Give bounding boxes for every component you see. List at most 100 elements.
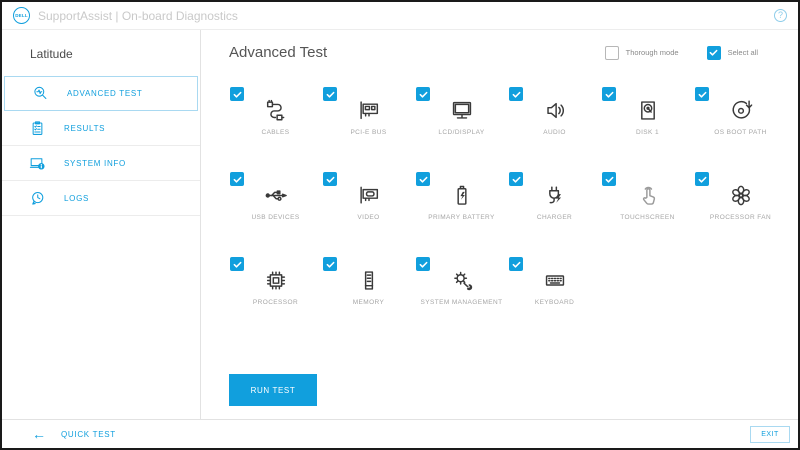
test-grid: CABLES PCI-E BUS LCD/DISPLAY AUDIO DISK 1 OS … <box>229 87 798 342</box>
test-label: OS BOOT PATH <box>714 129 767 136</box>
test-checkbox-video[interactable] <box>323 172 337 186</box>
body-row: Latitude ADVANCED TEST RESULTS SYSTEM INFO… <box>2 30 798 419</box>
test-checkbox-processor[interactable] <box>230 257 244 271</box>
test-checkbox-disk-1[interactable] <box>602 87 616 101</box>
test-item-audio[interactable]: AUDIO <box>508 87 601 172</box>
test-item-processor-fan[interactable]: PROCESSOR FAN <box>694 172 787 257</box>
sidebar-item-label: ADVANCED TEST <box>67 89 143 98</box>
test-label: SYSTEM MANAGEMENT <box>420 299 503 306</box>
test-label: CHARGER <box>536 214 573 221</box>
test-label: MEMORY <box>352 299 385 306</box>
test-checkbox-usb-devices[interactable] <box>230 172 244 186</box>
test-label: TOUCHSCREEN <box>620 214 675 221</box>
test-item-cables[interactable]: CABLES <box>229 87 322 172</box>
sidebar-item-results[interactable]: RESULTS <box>2 111 200 146</box>
test-checkbox-keyboard[interactable] <box>509 257 523 271</box>
sidebar-item-label: SYSTEM INFO <box>64 158 126 168</box>
page-title: Advanced Test <box>229 44 328 61</box>
test-label: PROCESSOR <box>252 299 299 306</box>
test-label: PROCESSOR FAN <box>709 214 772 221</box>
app-window: DELL SupportAssist | On-board Diagnostic… <box>0 0 800 450</box>
test-checkbox-touchscreen[interactable] <box>602 172 616 186</box>
help-icon[interactable]: ? <box>774 9 787 22</box>
test-item-primary-battery[interactable]: PRIMARY BATTERY <box>415 172 508 257</box>
select-all-checkbox[interactable] <box>706 45 721 60</box>
sidebar-item-advanced-test[interactable]: ADVANCED TEST <box>4 76 198 111</box>
test-label: VIDEO <box>357 214 380 221</box>
titlebar: DELL SupportAssist | On-board Diagnostic… <box>2 2 798 30</box>
test-item-os-boot-path[interactable]: OS BOOT PATH <box>694 87 787 172</box>
lcd-display-icon <box>448 97 475 129</box>
test-checkbox-audio[interactable] <box>509 87 523 101</box>
system-management-icon <box>448 267 475 299</box>
quick-test-label: QUICK TEST <box>61 429 116 439</box>
test-checkbox-system-management[interactable] <box>416 257 430 271</box>
select-all-label: Select all <box>727 48 758 57</box>
test-checkbox-processor-fan[interactable] <box>695 172 709 186</box>
video-card-icon <box>355 182 382 214</box>
pcie-bus-icon <box>355 97 382 129</box>
run-test-button[interactable]: RUN TEST <box>229 374 317 406</box>
app-title: SupportAssist | On-board Diagnostics <box>38 8 238 23</box>
system-info-icon <box>28 154 47 173</box>
test-label: KEYBOARD <box>534 299 575 306</box>
test-checkbox-lcd-display[interactable] <box>416 87 430 101</box>
test-item-usb-devices[interactable]: USB DEVICES <box>229 172 322 257</box>
advanced-test-search-icon <box>31 84 50 103</box>
test-item-touchscreen[interactable]: TOUCHSCREEN <box>601 172 694 257</box>
os-boot-path-icon <box>727 97 754 129</box>
test-item-processor[interactable]: PROCESSOR <box>229 257 322 342</box>
processor-chip-icon <box>262 267 289 299</box>
test-checkbox-pci-e-bus[interactable] <box>323 87 337 101</box>
test-label: AUDIO <box>543 129 566 136</box>
battery-icon <box>448 182 475 214</box>
device-name: Latitude <box>30 47 73 61</box>
dell-logo-icon: DELL <box>13 7 30 24</box>
test-label: USB DEVICES <box>251 214 300 221</box>
sidebar-item-system-info[interactable]: SYSTEM INFO <box>2 146 200 181</box>
sidebar-nav: ADVANCED TEST RESULTS SYSTEM INFO LOGS <box>2 76 200 216</box>
test-item-pci-e-bus[interactable]: PCI-E BUS <box>322 87 415 172</box>
test-label: PCI-E BUS <box>350 129 387 136</box>
processor-fan-icon <box>727 182 754 214</box>
test-item-charger[interactable]: CHARGER <box>508 172 601 257</box>
quick-test-link[interactable]: ← QUICK TEST <box>32 427 116 441</box>
audio-speaker-icon <box>541 97 568 129</box>
main-panel: Advanced Test Thorough mode Select all C… <box>201 30 798 419</box>
cables-icon <box>262 97 289 129</box>
select-all-option[interactable]: Select all <box>706 45 758 60</box>
disk-icon <box>634 97 661 129</box>
test-label: DISK 1 <box>636 129 659 136</box>
charger-plug-icon <box>541 182 568 214</box>
memory-icon <box>355 267 382 299</box>
sidebar-item-logs[interactable]: LOGS <box>2 181 200 216</box>
test-checkbox-memory[interactable] <box>323 257 337 271</box>
sidebar-item-label: RESULTS <box>64 123 106 133</box>
arrow-left-icon: ← <box>32 426 46 442</box>
test-checkbox-primary-battery[interactable] <box>416 172 430 186</box>
sidebar: Latitude ADVANCED TEST RESULTS SYSTEM INFO… <box>2 30 201 419</box>
test-label: CABLES <box>261 129 290 136</box>
keyboard-icon <box>541 267 568 299</box>
test-options: Thorough mode Select all <box>604 45 758 60</box>
exit-button[interactable]: EXIT <box>750 425 790 443</box>
touchscreen-icon <box>634 182 661 214</box>
test-checkbox-os-boot-path[interactable] <box>695 87 709 101</box>
test-item-lcd-display[interactable]: LCD/DISPLAY <box>415 87 508 172</box>
test-item-memory[interactable]: MEMORY <box>322 257 415 342</box>
dell-logo-text: DELL <box>15 13 28 18</box>
test-label: LCD/DISPLAY <box>438 129 485 136</box>
test-checkbox-cables[interactable] <box>230 87 244 101</box>
results-clipboard-icon <box>28 119 47 138</box>
test-label: PRIMARY BATTERY <box>428 214 495 221</box>
footer-bar: ← QUICK TEST EXIT <box>2 419 798 448</box>
test-checkbox-charger[interactable] <box>509 172 523 186</box>
thorough-mode-label: Thorough mode <box>625 48 679 57</box>
thorough-mode-checkbox[interactable] <box>604 45 619 60</box>
sidebar-item-label: LOGS <box>64 193 90 203</box>
test-item-disk-1[interactable]: DISK 1 <box>601 87 694 172</box>
test-item-system-management[interactable]: SYSTEM MANAGEMENT <box>415 257 508 342</box>
test-item-video[interactable]: VIDEO <box>322 172 415 257</box>
test-item-keyboard[interactable]: KEYBOARD <box>508 257 601 342</box>
thorough-mode-option[interactable]: Thorough mode <box>604 45 679 60</box>
